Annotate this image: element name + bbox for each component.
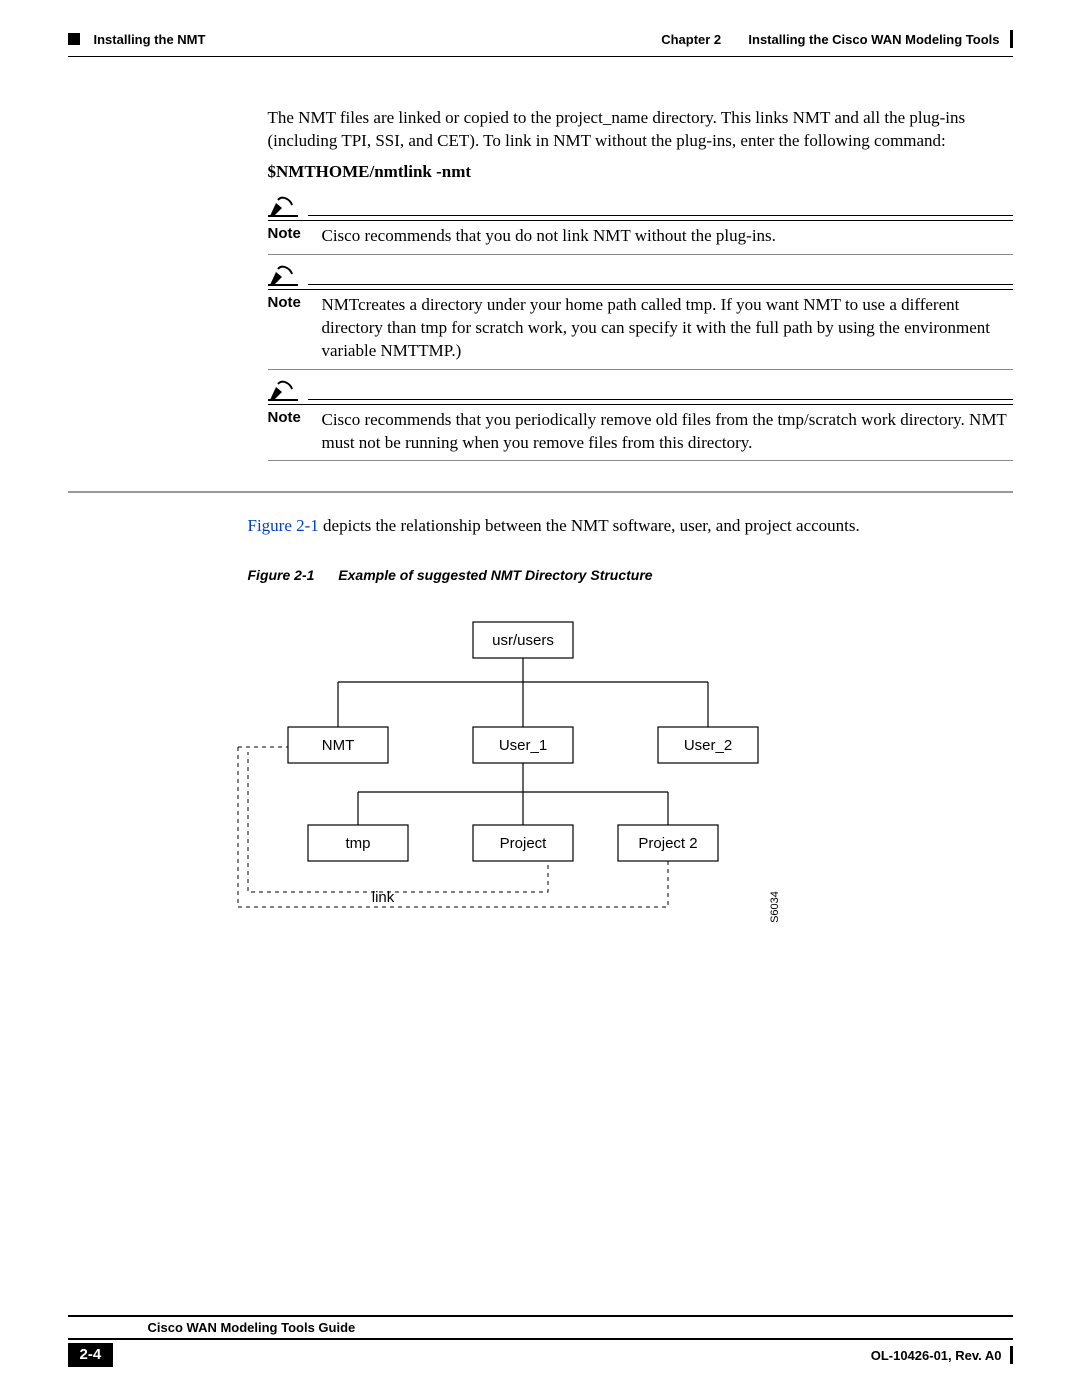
note-pen-icon	[268, 265, 298, 287]
directory-diagram: usr/users NMT User_1 User_2	[218, 607, 938, 952]
figure-ref-paragraph: Figure 2-1 depicts the relationship betw…	[248, 515, 1013, 538]
diagram-node-tmp: tmp	[345, 835, 370, 852]
figure-title: Example of suggested NMT Directory Struc…	[338, 567, 652, 583]
figure-ref-text: depicts the relationship between the NMT…	[319, 516, 860, 535]
note-label: Note	[268, 294, 306, 311]
note-pen-icon	[268, 380, 298, 402]
figure-number: Figure 2-1	[248, 567, 315, 583]
diagram-tag: S6034	[769, 891, 781, 923]
footer-bar-icon	[1010, 1346, 1013, 1364]
header-section: Installing the NMT	[94, 32, 206, 47]
header-chapter: Chapter 2	[661, 32, 721, 47]
note-block: Note Cisco recommends that you periodica…	[268, 380, 1013, 462]
note-text: NMTcreates a directory under your home p…	[322, 294, 1013, 363]
figure-link[interactable]: Figure 2-1	[248, 516, 319, 535]
page-number-badge: 2-4	[68, 1343, 114, 1367]
publication-id: OL-10426-01, Rev. A0	[871, 1348, 1002, 1363]
header-bar-icon	[1010, 30, 1013, 48]
header-square-icon	[68, 33, 80, 45]
note-label: Note	[268, 409, 306, 426]
figure-caption: Figure 2-1 Example of suggested NMT Dire…	[248, 566, 1013, 585]
page-footer: Cisco WAN Modeling Tools Guide 2-4 OL-10…	[0, 1315, 1080, 1367]
note-text: Cisco recommends that you periodically r…	[322, 409, 1013, 455]
section-rule	[68, 491, 1013, 493]
page-header: Installing the NMT Chapter 2 Installing …	[68, 30, 1013, 48]
diagram-link-label: link	[371, 889, 394, 906]
header-chapter-title: Installing the Cisco WAN Modeling Tools	[748, 32, 999, 47]
diagram-node-nmt: NMT	[321, 737, 354, 754]
diagram-node-project: Project	[499, 835, 547, 852]
diagram-node-root: usr/users	[492, 632, 554, 649]
command-line: $NMTHOME/nmtlink -nmt	[268, 161, 1013, 184]
diagram-node-user1: User_1	[498, 737, 546, 754]
note-block: Note Cisco recommends that you do not li…	[268, 196, 1013, 255]
diagram-node-project2: Project 2	[638, 835, 697, 852]
note-label: Note	[268, 225, 306, 242]
note-text: Cisco recommends that you do not link NM…	[322, 225, 1013, 248]
intro-paragraph: The NMT files are linked or copied to th…	[268, 107, 1013, 153]
main-content: The NMT files are linked or copied to th…	[68, 107, 1013, 952]
footer-guide-title: Cisco WAN Modeling Tools Guide	[68, 1315, 1013, 1340]
note-pen-icon	[268, 196, 298, 218]
note-block: Note NMTcreates a directory under your h…	[268, 265, 1013, 370]
diagram-node-user2: User_2	[683, 737, 731, 754]
